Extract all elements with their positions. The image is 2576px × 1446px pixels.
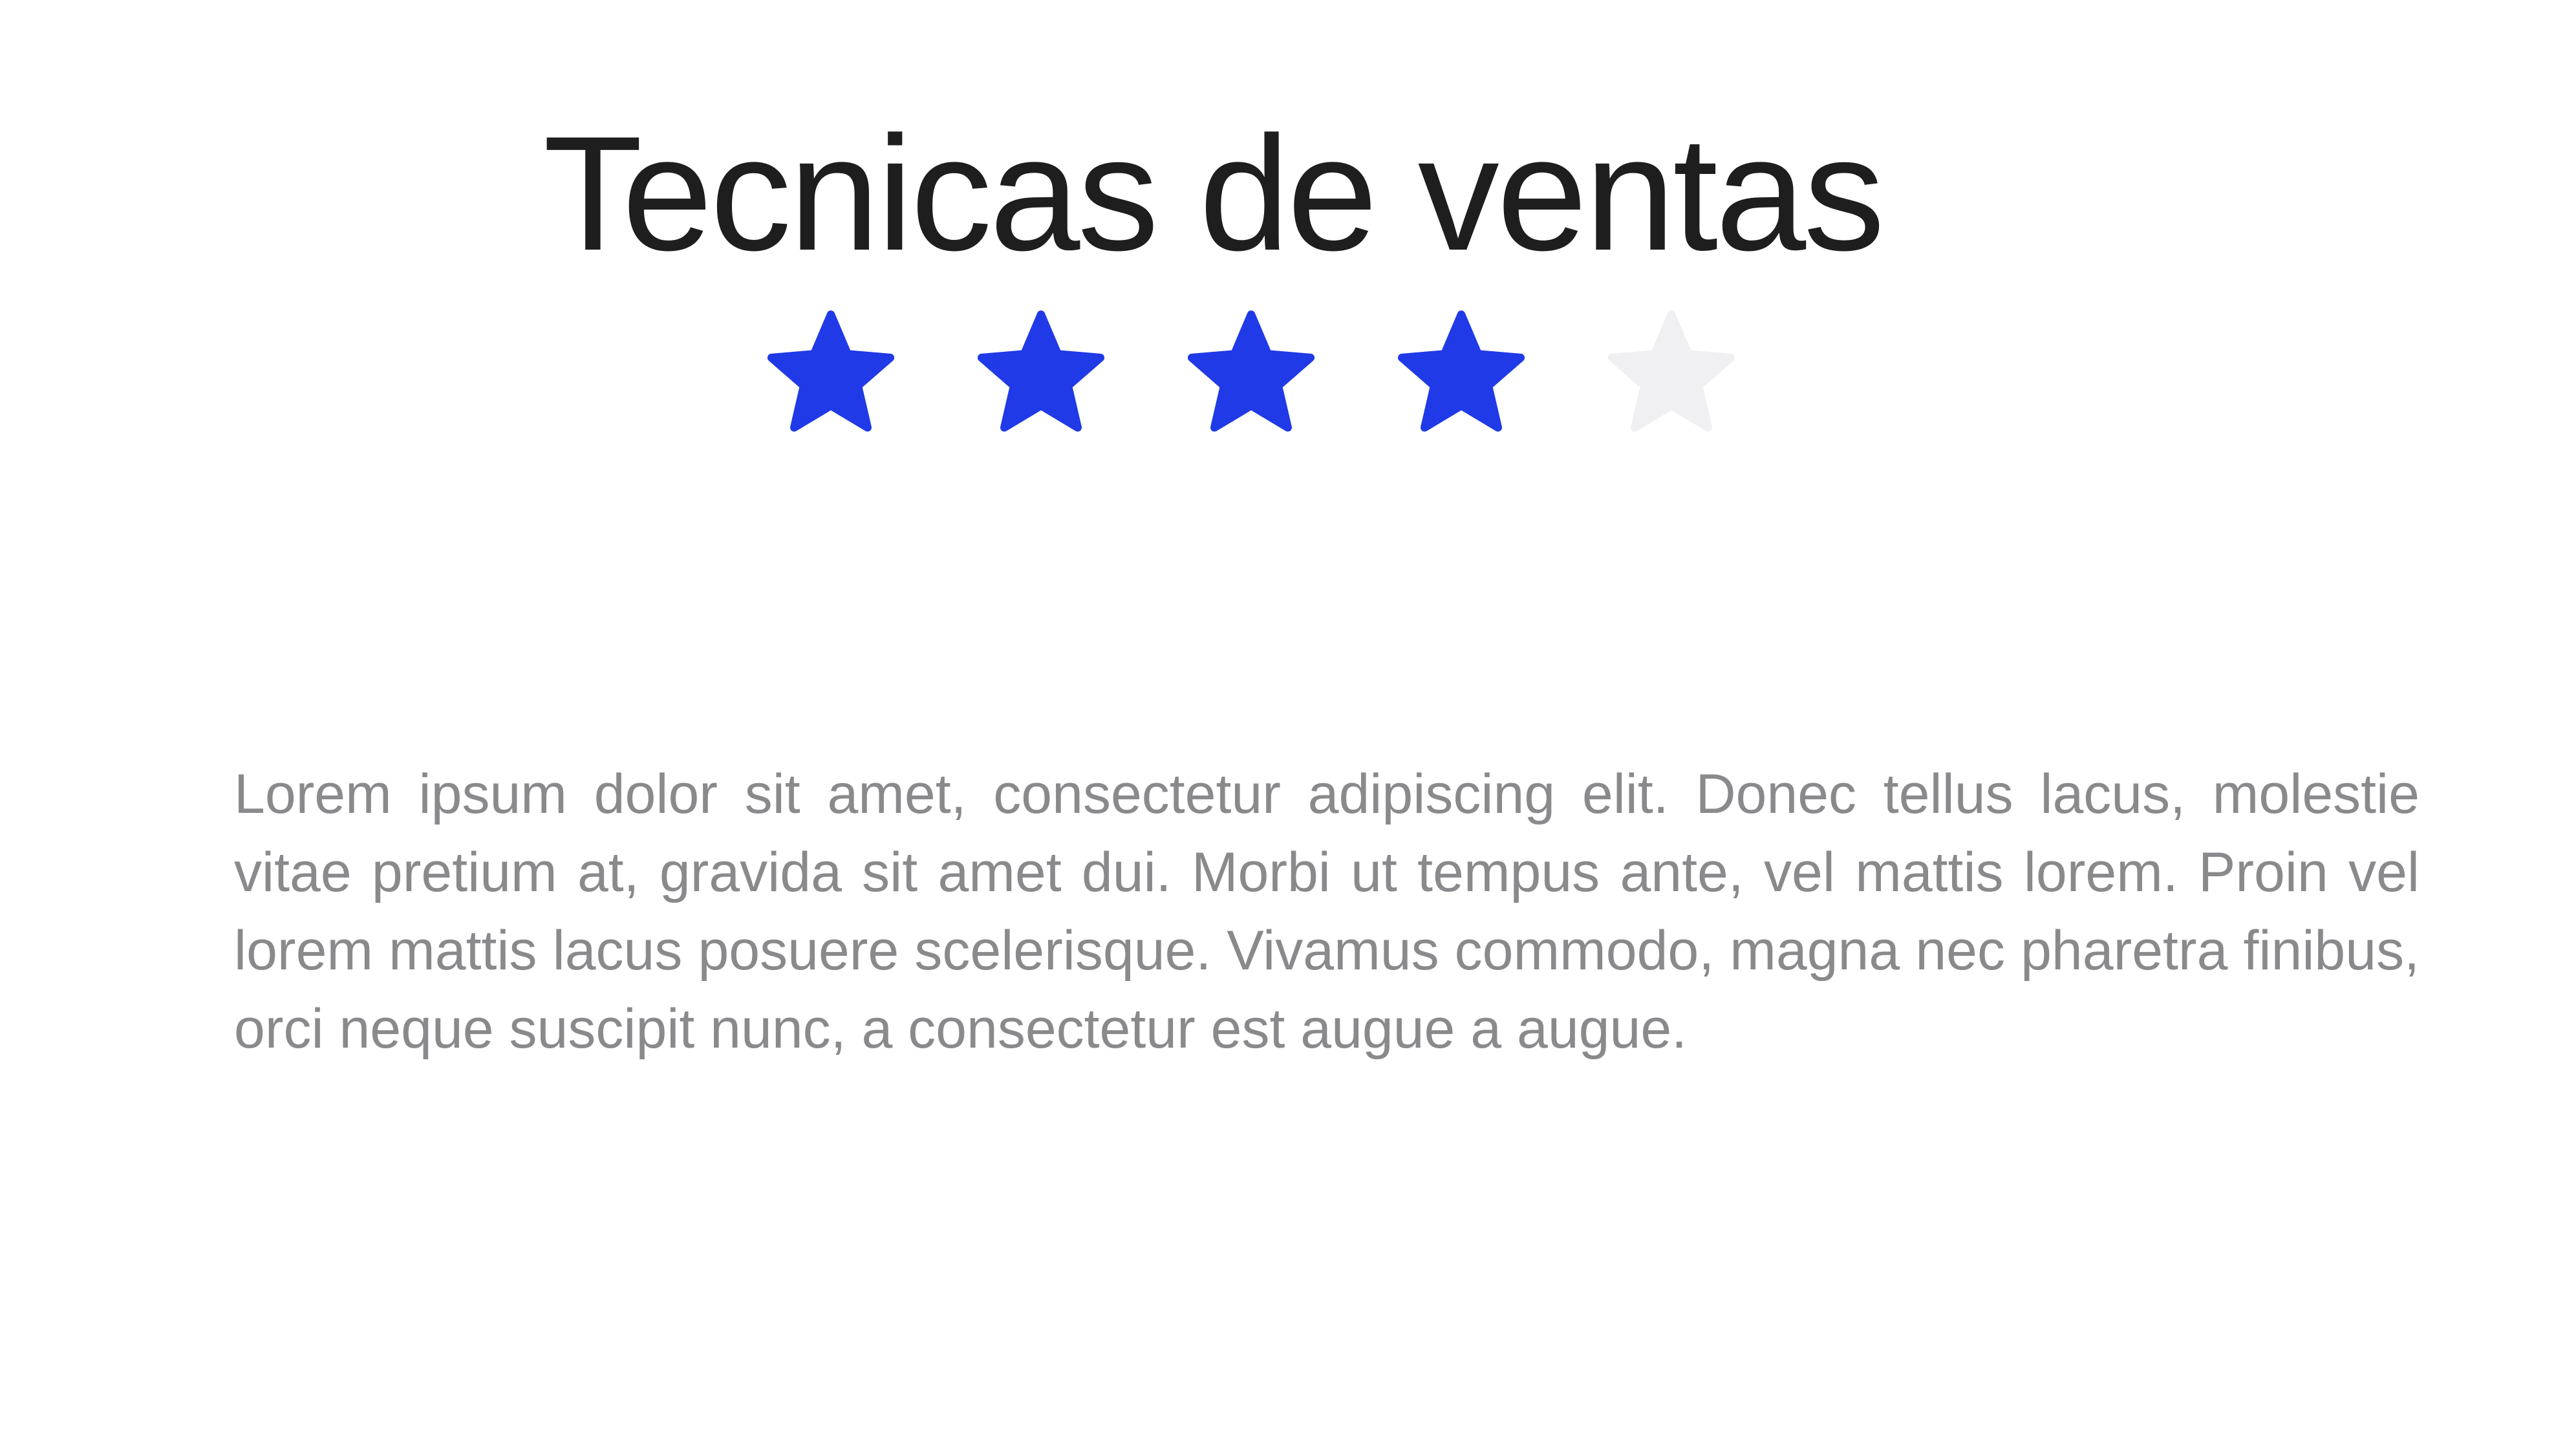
star-filled-icon <box>977 310 1105 432</box>
star-empty-icon <box>1607 310 1735 432</box>
star-filled-icon <box>1397 310 1525 432</box>
star-filled-icon <box>767 310 895 432</box>
course-title: Tecnicas de ventas <box>543 103 1885 285</box>
course-description: Lorem ipsum dolor sit amet, consectetur … <box>234 763 2420 1060</box>
course-card: Tecnicas de ventas Lorem ipsum dolor sit… <box>0 0 2576 1446</box>
star-rating <box>763 309 1739 445</box>
star-filled-icon <box>1187 310 1315 432</box>
